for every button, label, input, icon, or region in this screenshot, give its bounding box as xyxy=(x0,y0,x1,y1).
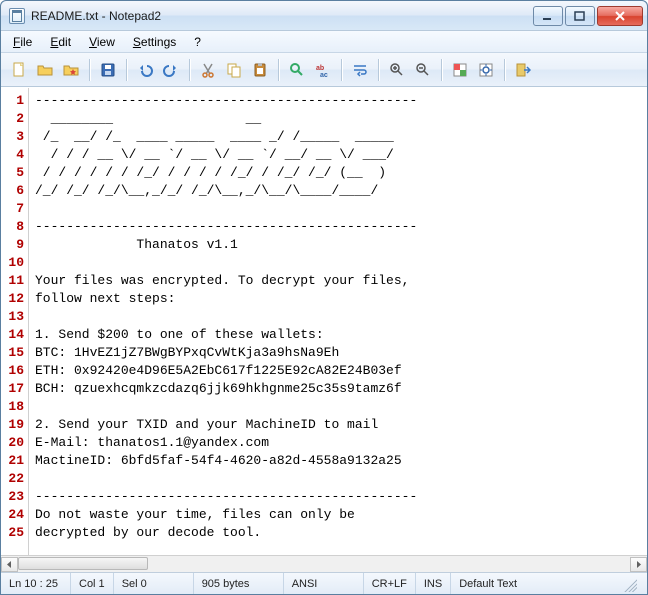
titlebar[interactable]: README.txt - Notepad2 xyxy=(1,1,647,31)
svg-text:ac: ac xyxy=(320,72,328,78)
status-insertmode: INS xyxy=(416,573,451,594)
app-window: README.txt - Notepad2 File Edit View Set… xyxy=(0,0,648,595)
menu-view[interactable]: View xyxy=(81,33,123,51)
scheme-icon[interactable] xyxy=(448,58,472,82)
scroll-left-arrow[interactable] xyxy=(1,557,18,572)
statusbar: Ln 10 : 25 Col 1 Sel 0 905 bytes ANSI CR… xyxy=(1,572,647,594)
minimize-button[interactable] xyxy=(533,6,563,26)
menu-edit[interactable]: Edit xyxy=(42,33,79,51)
save-icon[interactable] xyxy=(96,58,120,82)
zoom-in-icon[interactable] xyxy=(385,58,409,82)
config-icon[interactable] xyxy=(474,58,498,82)
scroll-track[interactable] xyxy=(18,557,630,572)
copy-icon[interactable] xyxy=(222,58,246,82)
status-position: Ln 10 : 25 xyxy=(1,573,71,594)
status-column: Col 1 xyxy=(71,573,114,594)
undo-icon[interactable] xyxy=(133,58,157,82)
word-wrap-icon[interactable] xyxy=(348,58,372,82)
close-button[interactable] xyxy=(597,6,643,26)
editor-area: 1 2 3 4 5 6 7 8 9 10 11 12 13 14 15 16 1… xyxy=(1,87,647,555)
find-icon[interactable] xyxy=(285,58,309,82)
status-eol: CR+LF xyxy=(364,573,416,594)
resize-grip-icon[interactable] xyxy=(621,576,637,592)
scroll-thumb[interactable] xyxy=(18,557,148,570)
menubar: File Edit View Settings ? xyxy=(1,31,647,53)
horizontal-scrollbar[interactable] xyxy=(1,555,647,572)
redo-icon[interactable] xyxy=(159,58,183,82)
svg-text:ab: ab xyxy=(316,65,324,72)
zoom-out-icon[interactable] xyxy=(411,58,435,82)
exit-icon[interactable] xyxy=(511,58,535,82)
replace-icon[interactable]: abac xyxy=(311,58,335,82)
cut-icon[interactable] xyxy=(196,58,220,82)
toolbar: abac xyxy=(1,53,647,87)
maximize-button[interactable] xyxy=(565,6,595,26)
folder-favorite-icon[interactable] xyxy=(59,58,83,82)
new-file-icon[interactable] xyxy=(7,58,31,82)
menu-help[interactable]: ? xyxy=(186,33,209,51)
line-number-gutter: 1 2 3 4 5 6 7 8 9 10 11 12 13 14 15 16 1… xyxy=(1,88,29,555)
menu-file[interactable]: File xyxy=(5,33,40,51)
menu-settings[interactable]: Settings xyxy=(125,33,184,51)
paste-icon[interactable] xyxy=(248,58,272,82)
status-encoding: ANSI xyxy=(284,573,364,594)
text-editor[interactable]: ----------------------------------------… xyxy=(29,88,647,555)
status-filesize: 905 bytes xyxy=(194,573,284,594)
window-title: README.txt - Notepad2 xyxy=(31,9,533,23)
app-icon xyxy=(9,8,25,24)
status-scheme: Default Text xyxy=(451,573,647,594)
open-folder-icon[interactable] xyxy=(33,58,57,82)
scroll-right-arrow[interactable] xyxy=(630,557,647,572)
status-selection: Sel 0 xyxy=(114,573,194,594)
